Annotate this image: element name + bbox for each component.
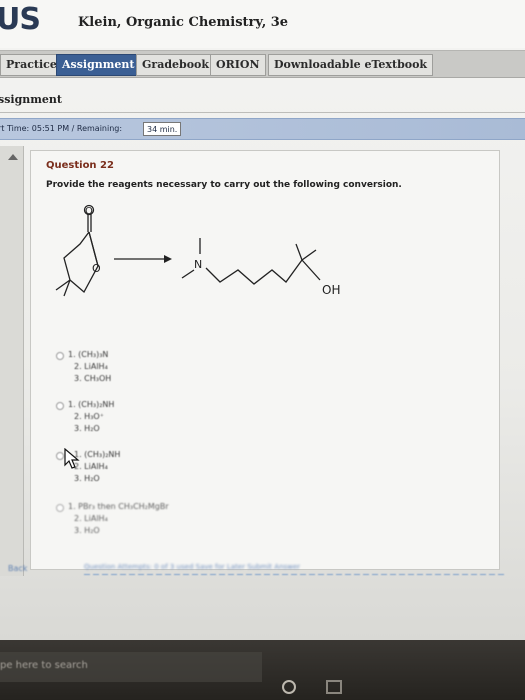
divider	[0, 112, 525, 113]
option-b-step-2: 2. H₃O⁺	[74, 412, 104, 421]
question-prompt: Provide the reagents necessary to carry …	[46, 180, 402, 190]
logo: US	[0, 2, 41, 37]
option-b-step-1: 1. (CH₃)₂NH	[68, 400, 115, 409]
reactant-structure	[55, 204, 99, 297]
nitrogen-label: N	[194, 258, 202, 271]
tab-gradebook[interactable]: Gradebook	[136, 54, 215, 76]
tab-orion[interactable]: ORION	[210, 54, 266, 76]
option-a-step-2: 2. LiAlH₄	[74, 362, 108, 371]
scroll-rail[interactable]	[0, 146, 24, 576]
question-title: Question 22	[46, 160, 114, 171]
back-link[interactable]: Back	[8, 564, 27, 573]
hydroxyl-label: OH	[322, 283, 340, 297]
timer-bar: rt Time: 05:51 PM / Remaining: 34 min.	[0, 118, 525, 140]
page-header: US Klein, Organic Chemistry, 3e	[0, 0, 525, 48]
reaction-arrow-icon	[114, 255, 172, 263]
option-d-radio[interactable]	[56, 504, 64, 512]
option-c-radio[interactable]	[56, 452, 64, 460]
footer-divider	[84, 574, 504, 575]
option-d-step-2: 2. LiAlH₄	[74, 514, 108, 523]
browser-window: US Klein, Organic Chemistry, 3e Practice…	[0, 0, 525, 640]
option-c-step-3: 3. H₂O	[74, 474, 100, 483]
collapse-arrow-icon[interactable]	[8, 154, 18, 160]
tab-assignment[interactable]: Assignment	[56, 54, 141, 76]
option-a-step-3: 3. CH₃OH	[74, 374, 112, 383]
book-title: Klein, Organic Chemistry, 3e	[78, 15, 289, 30]
tab-practice[interactable]: Practice	[0, 54, 63, 76]
mouse-cursor-icon	[64, 448, 80, 469]
task-view-icon[interactable]	[326, 680, 342, 694]
tab-etextbook[interactable]: Downloadable eTextbook	[268, 54, 434, 76]
option-a-radio[interactable]	[56, 352, 64, 360]
carbonyl-oxygen-label: O	[85, 206, 93, 217]
cortana-icon[interactable]	[282, 680, 296, 694]
option-d-step-3: 3. H₂O	[74, 526, 100, 535]
option-b-step-3: 3. H₂O	[74, 424, 100, 433]
option-b-radio[interactable]	[56, 402, 64, 410]
section-title: ssignment	[0, 93, 62, 106]
taskbar-search-placeholder: pe here to search	[0, 660, 88, 671]
time-remaining: 34 min.	[143, 122, 182, 136]
product-structure	[181, 238, 321, 285]
timer-text: rt Time: 05:51 PM / Remaining:	[0, 124, 123, 133]
option-c-step-1: 1. (CH₃)₂NH	[74, 450, 121, 459]
option-a-step-1: 1. (CH₃)₃N	[68, 350, 109, 359]
footer-actions[interactable]: Question Attempts: 0 of 3 used Save for …	[84, 563, 300, 571]
ring-oxygen-label: O	[92, 262, 101, 275]
nav-bar: Practice Assignment Gradebook ORION Down…	[0, 50, 525, 78]
reaction-diagram: O O N OH	[55, 204, 340, 297]
option-d-step-1: 1. PBr₃ then CH₃CH₂MgBr	[68, 502, 169, 511]
